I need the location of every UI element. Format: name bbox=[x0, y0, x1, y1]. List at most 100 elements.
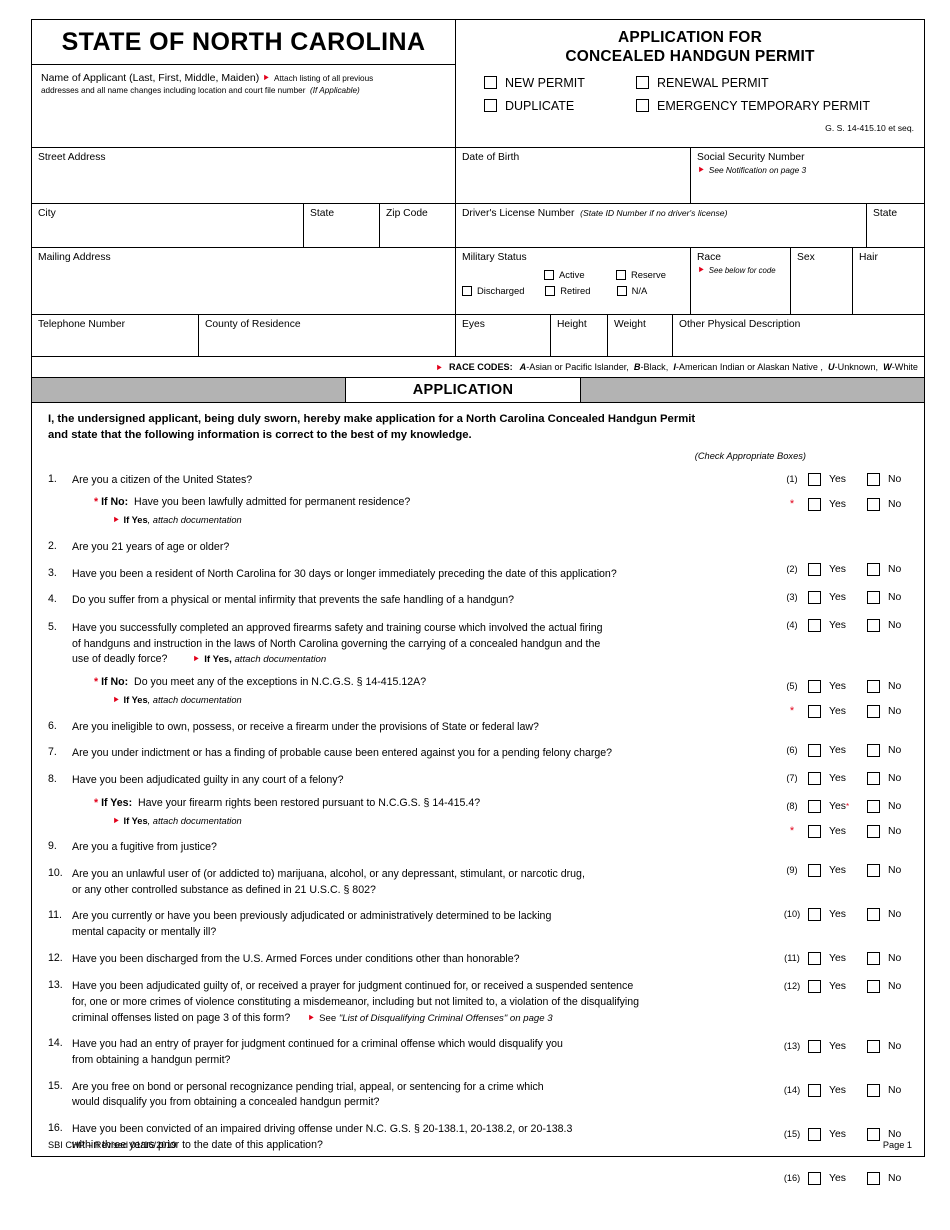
field-sex[interactable]: Sex bbox=[791, 248, 853, 314]
checkbox-box-icon[interactable] bbox=[867, 704, 880, 718]
checkbox-box-icon[interactable] bbox=[616, 285, 627, 296]
inline-note-italic: "List of Disqualifying Criminal Offenses… bbox=[338, 1012, 553, 1024]
checkbox-q5-no[interactable]: No bbox=[867, 679, 926, 693]
checkbox-box-icon[interactable] bbox=[808, 824, 821, 838]
checkbox-renewal-permit[interactable]: RENEWAL PERMIT bbox=[636, 76, 769, 90]
checkbox-box-icon[interactable] bbox=[461, 285, 472, 296]
checkbox-q5-yes[interactable]: Yes bbox=[808, 679, 867, 693]
question-text: Are you ineligible to own, possess, or r… bbox=[72, 720, 539, 733]
field-label: Zip Code bbox=[386, 208, 428, 219]
checkbox-box-icon[interactable] bbox=[616, 269, 626, 280]
field-race[interactable]: Race ► See below for code bbox=[691, 248, 791, 314]
checkbox-q5sub-yes[interactable]: Yes bbox=[808, 704, 867, 718]
checkbox-box-icon[interactable] bbox=[808, 497, 821, 511]
field-date-of-birth[interactable]: Date of Birth bbox=[456, 148, 691, 203]
checkbox-military-retired[interactable]: Retired bbox=[545, 285, 616, 296]
field-height[interactable]: Height bbox=[551, 315, 608, 356]
sworn-statement-line2: and state that the following information… bbox=[48, 428, 472, 441]
checkbox-box-icon[interactable] bbox=[808, 679, 821, 693]
field-label: Social Security Number bbox=[697, 152, 805, 163]
race-code-desc-w: -White bbox=[891, 362, 918, 372]
field-zip-code[interactable]: Zip Code bbox=[380, 204, 456, 247]
inline-note-bold: If Yes, bbox=[204, 654, 232, 666]
field-street-address[interactable]: Street Address bbox=[32, 148, 456, 203]
checkbox-q8-no[interactable]: No bbox=[867, 799, 926, 813]
checkbox-military-reserve[interactable]: Reserve bbox=[616, 269, 688, 280]
field-drivers-license-number[interactable]: Driver's License Number (State ID Number… bbox=[456, 204, 867, 247]
question-1-subquestion: * If No: Have you been lawfully admitted… bbox=[72, 495, 772, 511]
checkbox-box-icon[interactable] bbox=[867, 824, 880, 838]
field-eyes[interactable]: Eyes bbox=[456, 315, 551, 356]
header-right: APPLICATION FOR CONCEALED HANDGUN PERMIT… bbox=[456, 20, 924, 147]
checkbox-military-na[interactable]: N/A bbox=[616, 285, 688, 296]
field-weight[interactable]: Weight bbox=[608, 315, 673, 356]
checkbox-q1-no[interactable]: No bbox=[867, 472, 926, 486]
field-mailing-address[interactable]: Mailing Address bbox=[32, 248, 456, 314]
checkbox-box-icon[interactable] bbox=[544, 269, 554, 280]
checkbox-q8sub-yes[interactable]: Yes bbox=[808, 824, 867, 838]
checkbox-box-icon[interactable] bbox=[808, 472, 821, 486]
checkbox-duplicate[interactable]: DUPLICATE bbox=[484, 99, 636, 113]
checkbox-label: N/A bbox=[631, 285, 648, 296]
question-number: 1. bbox=[48, 472, 57, 485]
attach-note-rest: , attach documentation bbox=[147, 815, 242, 826]
question-text: Are you under indictment or has a findin… bbox=[72, 747, 613, 760]
checkbox-box-icon[interactable] bbox=[808, 1171, 821, 1185]
checkbox-q16-no[interactable]: No bbox=[867, 1171, 926, 1185]
checkbox-q8-yes[interactable]: Yes * bbox=[808, 799, 867, 813]
checkbox-box-icon[interactable] bbox=[867, 1171, 880, 1185]
question-8-attach-note: ► If Yes, attach documentation bbox=[72, 814, 772, 829]
race-code-desc-b: -Black, bbox=[640, 362, 669, 372]
field-city[interactable]: City bbox=[32, 204, 304, 247]
triangle-bullet-icon: ► bbox=[112, 514, 121, 525]
checkbox-q8sub-no[interactable]: No bbox=[867, 824, 926, 838]
checkbox-q1sub-no[interactable]: No bbox=[867, 497, 926, 511]
checkbox-box-icon[interactable] bbox=[867, 472, 880, 486]
question-text-line3: use of deadly force? bbox=[72, 653, 168, 666]
checkbox-box-icon[interactable] bbox=[484, 76, 497, 90]
field-ssn[interactable]: Social Security Number ► See Notificatio… bbox=[691, 148, 924, 203]
checkbox-box-icon[interactable] bbox=[636, 99, 649, 113]
checkbox-box-icon[interactable] bbox=[545, 285, 556, 296]
field-telephone-number[interactable]: Telephone Number bbox=[32, 315, 199, 356]
sub-prefix: If No: bbox=[101, 675, 129, 688]
question-text-line2: from obtaining a handgun permit? bbox=[72, 1054, 231, 1066]
attach-note-bold: If Yes bbox=[123, 815, 148, 826]
sub-prefix: If No: bbox=[101, 496, 129, 509]
checkbox-new-permit[interactable]: NEW PERMIT bbox=[484, 76, 636, 90]
field-state[interactable]: State bbox=[304, 204, 380, 247]
applicant-name-field[interactable]: Name of Applicant (Last, First, Middle, … bbox=[32, 65, 455, 147]
inline-note-rest: attach documentation bbox=[231, 654, 327, 666]
checkbox-emergency-temporary-permit[interactable]: EMERGENCY TEMPORARY PERMIT bbox=[636, 99, 870, 113]
question-number: 15. bbox=[48, 1079, 63, 1092]
field-hair[interactable]: Hair bbox=[853, 248, 924, 314]
checkbox-label: No bbox=[888, 1172, 902, 1184]
checkbox-box-icon[interactable] bbox=[808, 704, 821, 718]
field-other-physical-description[interactable]: Other Physical Description bbox=[673, 315, 924, 356]
checkbox-military-discharged[interactable]: Discharged bbox=[461, 285, 545, 296]
checkbox-label: No bbox=[888, 825, 902, 837]
checkbox-label: Discharged bbox=[476, 285, 525, 296]
checkbox-label: Active bbox=[559, 269, 585, 280]
checkbox-box-icon[interactable] bbox=[636, 76, 649, 90]
checkbox-box-icon[interactable] bbox=[867, 799, 880, 813]
field-dl-state[interactable]: State bbox=[867, 204, 924, 247]
applicant-name-note-2: addresses and all name changes including… bbox=[41, 86, 306, 96]
footer-page-number: Page 1 bbox=[882, 1140, 912, 1150]
checkbox-q5sub-no[interactable]: No bbox=[867, 704, 926, 718]
question-text: Are you 21 years of age or older? bbox=[72, 540, 230, 553]
checkbox-box-icon[interactable] bbox=[808, 799, 821, 813]
checkbox-box-icon[interactable] bbox=[867, 497, 880, 511]
field-county-of-residence[interactable]: County of Residence bbox=[199, 315, 456, 356]
triangle-bullet-icon: ► bbox=[697, 264, 706, 274]
field-label: Date of Birth bbox=[462, 152, 520, 163]
checkbox-box-icon[interactable] bbox=[484, 99, 497, 113]
checkbox-q1-yes[interactable]: Yes bbox=[808, 472, 867, 486]
question-6: 6. Are you ineligible to own, possess, o… bbox=[32, 720, 924, 736]
checkbox-military-active[interactable]: Active bbox=[544, 269, 616, 280]
checkbox-q16-yes[interactable]: Yes bbox=[808, 1171, 867, 1185]
checkbox-box-icon[interactable] bbox=[867, 679, 880, 693]
checkbox-label: Yes bbox=[829, 498, 846, 510]
checkbox-q1sub-yes[interactable]: Yes bbox=[808, 497, 867, 511]
field-label: Mailing Address bbox=[38, 252, 111, 263]
